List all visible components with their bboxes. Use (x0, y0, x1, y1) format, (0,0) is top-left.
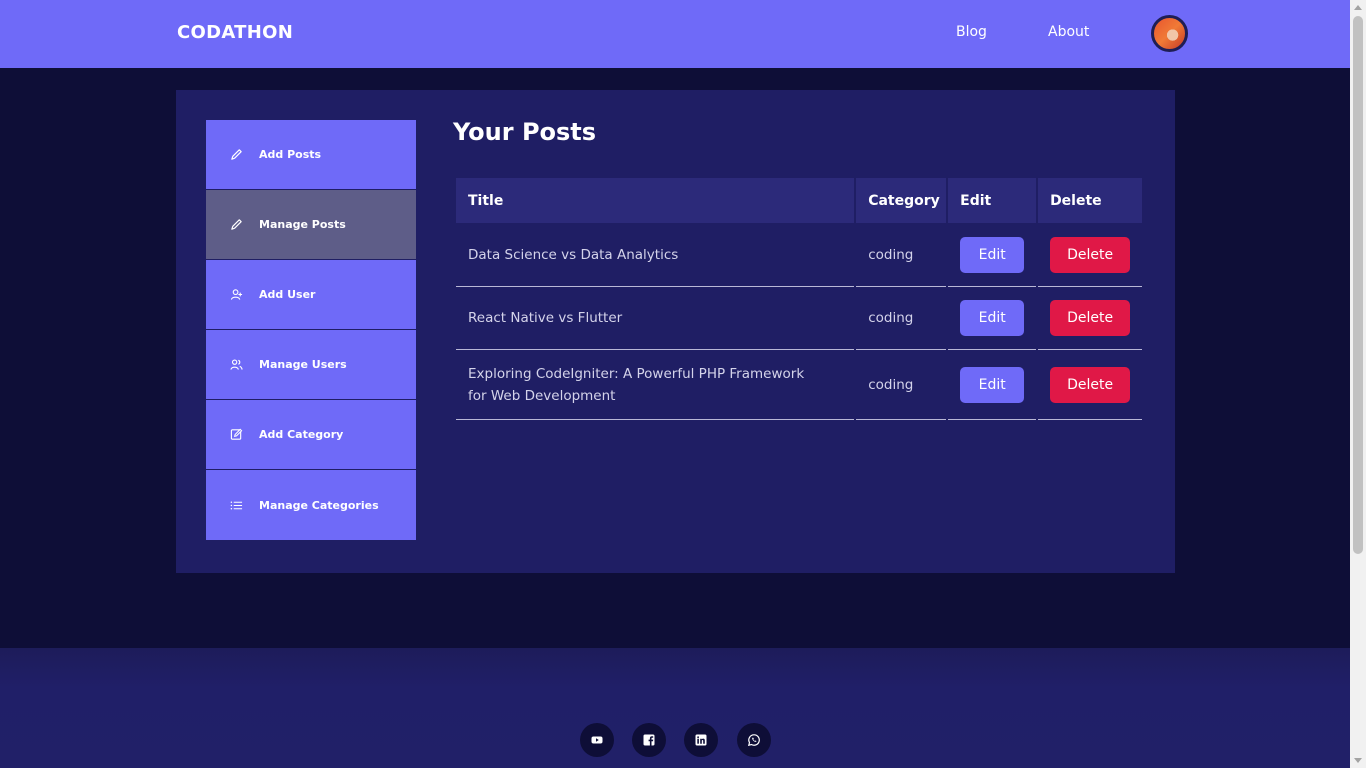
page-scrollbar[interactable] (1350, 0, 1366, 768)
post-title-cell[interactable]: Data Science vs Data Analytics (456, 223, 855, 287)
sidebar-item-label: Manage Categories (259, 498, 379, 512)
post-category-cell: coding (856, 350, 947, 420)
scroll-down-arrow-icon[interactable] (1354, 758, 1362, 763)
table-header-row: Title Category Edit Delete (456, 178, 1142, 223)
edit-button[interactable]: Edit (960, 366, 1025, 403)
edit-cell: Edit (948, 350, 1037, 420)
footer (0, 648, 1350, 768)
edit-button[interactable]: Edit (960, 300, 1025, 336)
column-header-category: Category (856, 178, 947, 223)
edit-button[interactable]: Edit (960, 236, 1025, 273)
sidebar-item-manage-categories[interactable]: Manage Categories (206, 470, 416, 540)
posts-table: Title Category Edit Delete Data Science … (454, 178, 1144, 420)
column-header-title: Title (456, 178, 855, 223)
avatar[interactable] (1151, 15, 1188, 52)
sidebar-item-add-user[interactable]: Add User (206, 260, 416, 330)
post-category-cell: coding (856, 223, 947, 287)
edit-cell: Edit (948, 287, 1037, 350)
delete-button[interactable]: Delete (1050, 366, 1131, 403)
delete-cell: Delete (1038, 350, 1142, 420)
facebook-icon[interactable] (632, 723, 666, 757)
youtube-icon[interactable] (580, 723, 614, 757)
top-navbar: CODATHON Blog About (0, 0, 1350, 68)
sidebar-item-label: Manage Posts (259, 218, 346, 231)
post-title-cell[interactable]: React Native vs Flutter (456, 287, 855, 350)
list-icon (230, 499, 243, 512)
sidebar: Add Posts Manage Posts Add User Manage U… (206, 120, 416, 540)
column-header-delete: Delete (1038, 178, 1142, 223)
nav-link-blog[interactable]: Blog (956, 24, 987, 40)
user-add-icon (230, 288, 243, 301)
delete-button[interactable]: Delete (1050, 236, 1131, 273)
sidebar-item-manage-users[interactable]: Manage Users (206, 330, 416, 400)
post-category-cell: coding (856, 287, 947, 350)
pencil-icon (230, 218, 243, 231)
scrollbar-thumb[interactable] (1353, 16, 1363, 554)
table-row: Exploring CodeIgniter: A Powerful PHP Fr… (456, 350, 1142, 420)
table-row: Data Science vs Data Analytics coding Ed… (456, 223, 1142, 287)
sidebar-item-label: Add User (259, 288, 316, 301)
scroll-up-arrow-icon[interactable] (1354, 5, 1362, 10)
edit-cell: Edit (948, 223, 1037, 287)
users-icon (230, 358, 243, 371)
delete-button[interactable]: Delete (1050, 300, 1131, 336)
sidebar-item-label: Add Posts (259, 148, 322, 161)
site-logo[interactable]: CODATHON (177, 22, 293, 43)
pencil-icon (230, 148, 243, 161)
sidebar-item-label: Add Category (259, 428, 344, 441)
dashboard-panel: Add Posts Manage Posts Add User Manage U… (176, 90, 1175, 573)
sidebar-item-label: Manage Users (259, 358, 347, 371)
sidebar-item-add-posts[interactable]: Add Posts (206, 120, 416, 190)
page-title: Your Posts (453, 118, 597, 146)
delete-cell: Delete (1038, 287, 1142, 350)
sidebar-item-add-category[interactable]: Add Category (206, 400, 416, 470)
column-header-edit: Edit (948, 178, 1037, 223)
edit-box-icon (230, 428, 243, 441)
sidebar-item-manage-posts[interactable]: Manage Posts (206, 190, 416, 260)
post-title-cell[interactable]: Exploring CodeIgniter: A Powerful PHP Fr… (456, 350, 855, 420)
table-row: React Native vs Flutter coding Edit Dele… (456, 287, 1142, 350)
linkedin-icon[interactable] (684, 723, 718, 757)
delete-cell: Delete (1038, 223, 1142, 287)
nav-link-about[interactable]: About (1048, 24, 1089, 40)
whatsapp-icon[interactable] (737, 723, 771, 757)
